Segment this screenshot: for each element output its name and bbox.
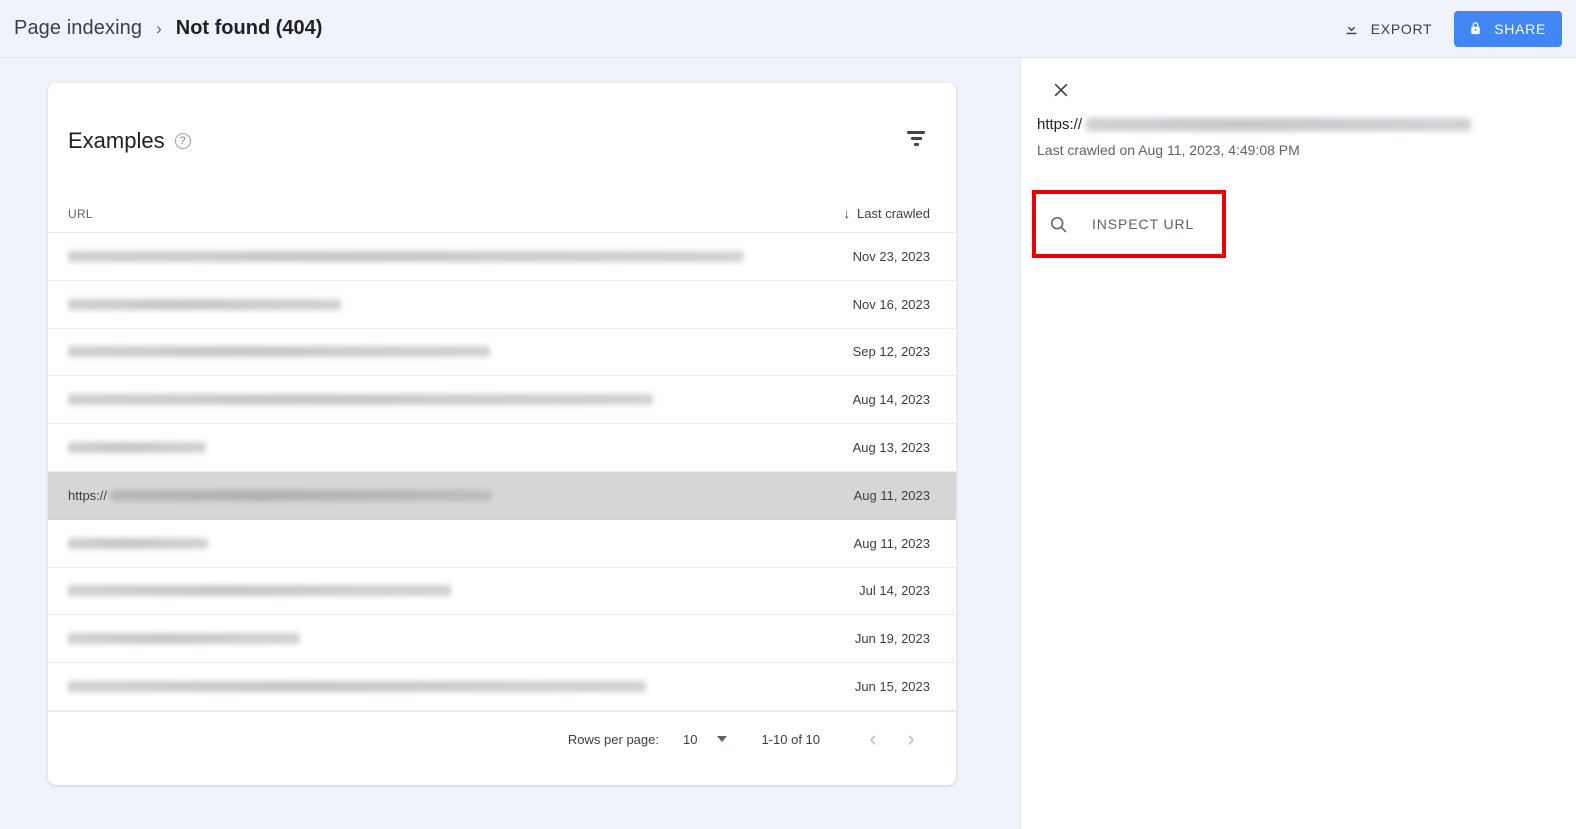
filter-bar-3	[913, 143, 919, 146]
row-url-cell	[68, 346, 490, 358]
rows-per-page-value: 10	[682, 731, 698, 747]
next-page-button[interactable]: ›	[892, 720, 930, 758]
row-last-crawled: Aug 13, 2023	[852, 440, 930, 456]
row-url-redacted	[68, 681, 646, 693]
filter-bar-1	[907, 131, 925, 134]
column-header-last-crawled-label: Last crawled	[857, 206, 930, 221]
table-row[interactable]: https:// Aug 11, 2023	[48, 471, 956, 520]
export-label: EXPORT	[1370, 20, 1433, 37]
row-last-crawled: Aug 14, 2023	[852, 392, 930, 408]
panel-url: https://	[1037, 116, 1576, 133]
row-url-redacted	[68, 537, 208, 549]
card-header: Examples ?	[48, 83, 956, 195]
row-url-redacted	[110, 489, 492, 501]
rows-per-page-select[interactable]: 10	[682, 731, 728, 747]
search-icon	[1048, 214, 1069, 235]
table-row[interactable]: Aug 13, 2023	[48, 424, 956, 472]
row-url-redacted	[68, 585, 451, 597]
row-url-cell	[68, 681, 646, 693]
filter-icon[interactable]	[898, 125, 934, 152]
card-title: Examples	[68, 128, 165, 153]
top-bar-actions: EXPORT SHARE	[1343, 10, 1562, 47]
row-last-crawled: Jun 15, 2023	[854, 679, 930, 695]
filter-bar-2	[910, 137, 922, 140]
rows-per-page-label: Rows per page:	[567, 731, 659, 747]
row-last-crawled: Aug 11, 2023	[853, 535, 930, 551]
table-row[interactable]: Nov 23, 2023	[48, 233, 956, 281]
help-icon[interactable]: ?	[174, 133, 191, 149]
lock-icon	[1467, 20, 1484, 37]
page-title: Not found (404)	[175, 17, 323, 39]
panel-url-redacted	[1086, 118, 1472, 131]
export-button[interactable]: EXPORT	[1343, 20, 1433, 37]
row-last-crawled: Nov 16, 2023	[852, 296, 930, 312]
breadcrumb-parent[interactable]: Page indexing	[14, 17, 142, 40]
inspect-url-label: INSPECT URL	[1092, 216, 1195, 232]
table-row[interactable]: Sep 12, 2023	[48, 329, 956, 377]
row-last-crawled: Aug 11, 2023	[853, 487, 930, 503]
breadcrumb: Page indexing › Not found (404)	[14, 17, 322, 40]
row-url-redacted	[68, 250, 743, 262]
table-row[interactable]: Jun 19, 2023	[48, 615, 956, 664]
chevron-right-icon: ›	[156, 19, 162, 38]
table-footer: Rows per page: 10 1-10 of 10 ‹ ›	[48, 710, 956, 767]
row-url-scheme: https://	[68, 487, 108, 503]
chevron-down-icon	[717, 736, 728, 743]
sort-descending-icon: ↓	[843, 206, 851, 221]
close-icon[interactable]	[1047, 76, 1075, 104]
row-url-cell	[68, 394, 653, 406]
column-header-last-crawled[interactable]: ↓ Last crawled	[844, 206, 930, 221]
row-url-redacted	[68, 346, 490, 358]
pagination-range: 1-10 of 10	[761, 731, 820, 747]
row-url-redacted	[68, 394, 653, 406]
row-last-crawled: Jun 19, 2023	[854, 631, 930, 647]
row-url-redacted	[68, 442, 206, 454]
table-row[interactable]: Aug 11, 2023	[48, 520, 956, 568]
row-url-redacted	[68, 298, 341, 310]
examples-card: Examples ? URL ↓ Last crawled Nov 23, 20…	[48, 83, 956, 785]
examples-table-body: Nov 23, 2023 Nov 16, 2023 Sep 12, 2023 Aug …	[48, 233, 956, 711]
column-header-url[interactable]: URL	[68, 207, 93, 221]
table-row[interactable]: Nov 16, 2023	[48, 281, 956, 329]
row-url-cell	[68, 633, 300, 645]
top-bar: Page indexing › Not found (404) EXPORT S…	[0, 0, 1576, 58]
row-last-crawled: Sep 12, 2023	[852, 344, 930, 360]
inspect-url-button[interactable]: INSPECT URL	[1036, 194, 1223, 254]
inspect-url-highlight: INSPECT URL	[1032, 190, 1227, 258]
row-url-cell	[68, 442, 206, 454]
share-button[interactable]: SHARE	[1454, 10, 1562, 47]
table-row[interactable]: Jun 15, 2023	[48, 663, 956, 711]
row-url-redacted	[68, 633, 300, 645]
download-icon	[1343, 20, 1360, 37]
row-last-crawled: Nov 23, 2023	[852, 248, 930, 264]
panel-last-crawled: Last crawled on Aug 11, 2023, 4:49:08 PM	[1037, 142, 1300, 158]
share-label: SHARE	[1494, 20, 1546, 37]
table-row[interactable]: Jul 14, 2023	[48, 568, 956, 616]
url-detail-panel: https:// Last crawled on Aug 11, 2023, 4…	[1020, 58, 1576, 829]
row-url-cell	[68, 537, 208, 549]
row-url-cell	[68, 298, 341, 310]
row-url-cell	[68, 585, 451, 597]
table-row[interactable]: Aug 14, 2023	[48, 376, 956, 425]
table-column-header: URL ↓ Last crawled	[48, 195, 956, 233]
panel-url-scheme: https://	[1037, 116, 1083, 133]
card-title-group: Examples ?	[68, 128, 191, 154]
row-url-cell: https://	[68, 487, 492, 503]
previous-page-button[interactable]: ‹	[854, 720, 892, 758]
row-url-cell	[68, 250, 743, 262]
row-last-crawled: Jul 14, 2023	[859, 583, 930, 599]
